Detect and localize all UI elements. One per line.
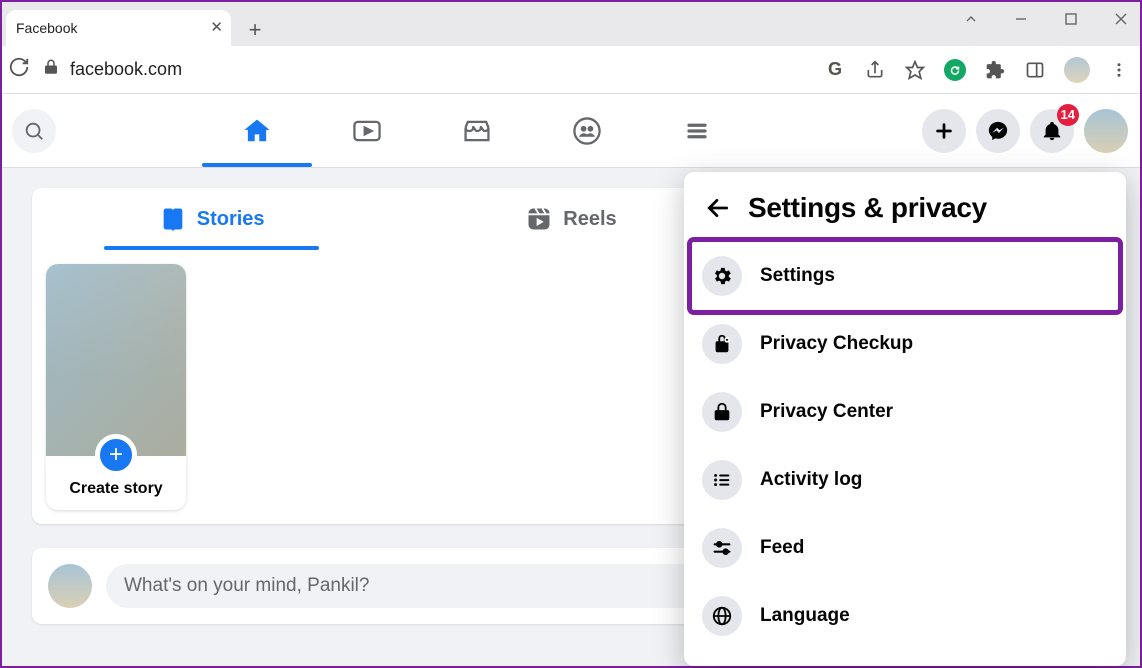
menu-item-activity-log[interactable]: Activity log [692, 446, 1118, 514]
window-close-icon[interactable] [1108, 6, 1134, 32]
nav-marketplace[interactable] [422, 94, 532, 167]
browser-titlebar: Facebook ✕ + [2, 2, 1140, 46]
reload-icon[interactable] [8, 56, 32, 83]
story-image: + [46, 264, 186, 456]
menu-item-privacy-center[interactable]: Privacy Center [692, 378, 1118, 446]
menu-item-label: Privacy Checkup [760, 333, 913, 355]
menu-item-label: Feed [760, 537, 804, 559]
browser-profile-avatar[interactable] [1064, 57, 1090, 83]
share-icon[interactable] [864, 59, 886, 81]
globe-icon [702, 596, 742, 636]
menu-item-settings[interactable]: Settings [692, 242, 1118, 310]
tab-close-icon[interactable]: ✕ [210, 18, 223, 36]
composer-placeholder: What's on your mind, Pankil? [124, 575, 369, 597]
notification-badge: 14 [1057, 104, 1079, 126]
search-button[interactable] [12, 109, 56, 153]
window-controls [958, 6, 1134, 32]
menu-item-privacy-checkup[interactable]: Privacy Checkup [692, 310, 1118, 378]
gear-icon [702, 256, 742, 296]
nav-groups[interactable] [532, 94, 642, 167]
extensions-icon[interactable] [984, 59, 1006, 81]
back-arrow-icon[interactable] [704, 194, 732, 222]
lock-heart-icon [702, 324, 742, 364]
facebook-navbar: 14 [2, 94, 1140, 168]
menu-item-label: Activity log [760, 469, 862, 491]
nav-watch[interactable] [312, 94, 422, 167]
star-icon[interactable] [904, 59, 926, 81]
grammarly-icon[interactable] [944, 59, 966, 81]
tab-stories[interactable]: Stories [32, 188, 391, 250]
google-icon[interactable]: G [824, 59, 846, 81]
browser-address-bar: facebook.com G [2, 46, 1140, 94]
tab-title: Facebook [16, 20, 77, 36]
composer-avatar[interactable] [48, 564, 92, 608]
sliders-icon [702, 528, 742, 568]
dropdown-title: Settings & privacy [748, 192, 987, 224]
center-nav [202, 94, 840, 167]
menu-item-label: Privacy Center [760, 401, 893, 423]
navbar-right: 14 [922, 109, 1128, 153]
toolbar-right: G [824, 57, 1130, 83]
create-story-plus-icon[interactable]: + [95, 434, 137, 476]
new-tab-button[interactable]: + [239, 14, 271, 46]
menu-item-label: Settings [760, 265, 835, 287]
menu-item-label: Language [760, 605, 850, 627]
url-text[interactable]: facebook.com [70, 59, 814, 80]
profile-avatar[interactable] [1084, 109, 1128, 153]
lock-icon[interactable] [42, 58, 60, 81]
tab-stories-label: Stories [197, 208, 265, 231]
notifications-button[interactable]: 14 [1030, 109, 1074, 153]
tab-reels-label: Reels [563, 208, 616, 231]
settings-privacy-dropdown: Settings & privacy Settings Privacy Chec… [684, 172, 1126, 666]
menu-item-language[interactable]: Language [692, 582, 1118, 650]
list-icon [702, 460, 742, 500]
menu-item-feed[interactable]: Feed [692, 514, 1118, 582]
nav-home[interactable] [202, 94, 312, 167]
lock-icon [702, 392, 742, 432]
nav-menu[interactable] [642, 94, 752, 167]
browser-tab[interactable]: Facebook ✕ [6, 10, 231, 46]
dropdown-header: Settings & privacy [692, 188, 1118, 242]
window-minimize-icon[interactable] [1008, 6, 1034, 32]
window-maximize-icon[interactable] [1058, 6, 1084, 32]
create-button[interactable] [922, 109, 966, 153]
sidepanel-icon[interactable] [1024, 59, 1046, 81]
messenger-button[interactable] [976, 109, 1020, 153]
create-story-card[interactable]: + Create story [46, 264, 186, 510]
window-restore-down-icon[interactable] [958, 6, 984, 32]
browser-menu-icon[interactable] [1108, 59, 1130, 81]
